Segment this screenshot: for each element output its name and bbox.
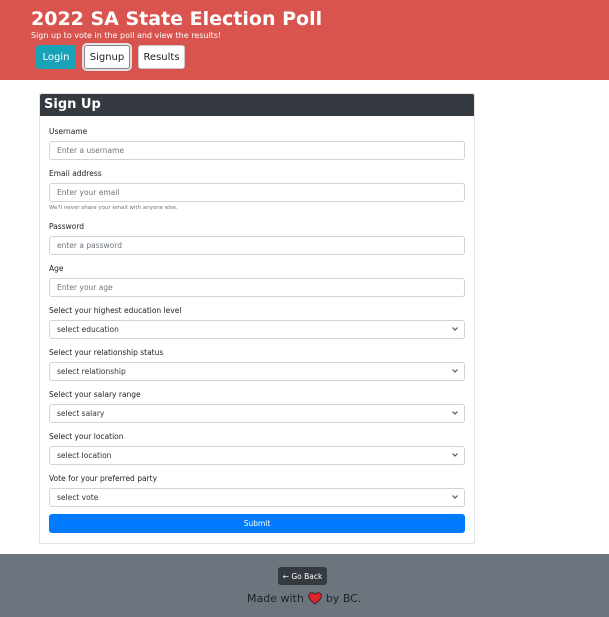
email-help-text: We'll never share your email with anyone…: [49, 205, 178, 211]
email-label: Email address: [49, 169, 102, 178]
location-select[interactable]: select location: [49, 446, 465, 465]
username-label: Username: [49, 127, 88, 136]
signup-button[interactable]: Signup: [84, 45, 130, 69]
password-placeholder: enter a password: [57, 241, 122, 250]
education-label: Select your highest education level: [49, 306, 182, 315]
password-label: Password: [49, 222, 85, 231]
age-input[interactable]: Enter your age: [49, 278, 465, 297]
go-back-button[interactable]: ← Go Back: [278, 567, 327, 585]
education-select[interactable]: select education: [49, 320, 465, 339]
by-author-text: by BC.: [325, 592, 362, 605]
password-input[interactable]: enter a password: [49, 236, 465, 255]
results-button[interactable]: Results: [138, 45, 185, 69]
vote-select[interactable]: select vote: [49, 488, 465, 507]
site-subtitle: Sign up to vote in the poll and view the…: [31, 31, 222, 40]
submit-button[interactable]: Submit: [49, 514, 465, 533]
chevron-down-icon: [452, 453, 458, 457]
chevron-down-icon: [452, 411, 458, 415]
card-title: Sign Up: [44, 97, 101, 112]
salary-selected: select salary: [57, 409, 105, 418]
chevron-down-icon: [452, 327, 458, 331]
site-footer: [0, 554, 609, 617]
site-header: 2022 SA State Election Poll Sign up to v…: [0, 0, 609, 80]
relationship-label: Select your relationship status: [49, 348, 164, 357]
relationship-selected: select relationship: [57, 367, 126, 376]
age-label: Age: [49, 264, 64, 273]
footer-credit: Made with by BC.: [247, 592, 361, 605]
username-input[interactable]: Enter a username: [49, 141, 465, 160]
login-button[interactable]: Login: [36, 45, 76, 69]
location-selected: select location: [57, 451, 112, 460]
education-selected: select education: [57, 325, 119, 334]
vote-selected: select vote: [57, 493, 99, 502]
chevron-down-icon: [452, 495, 458, 499]
location-label: Select your location: [49, 432, 124, 441]
username-placeholder: Enter a username: [57, 146, 124, 155]
email-input[interactable]: Enter your email: [49, 183, 465, 202]
card-header: Sign Up: [40, 94, 474, 116]
salary-label: Select your salary range: [49, 390, 141, 399]
made-with-text: Made with: [247, 592, 304, 605]
salary-select[interactable]: select salary: [49, 404, 465, 423]
relationship-select[interactable]: select relationship: [49, 362, 465, 381]
email-placeholder: Enter your email: [57, 188, 120, 197]
chevron-down-icon: [452, 369, 458, 373]
site-title: 2022 SA State Election Poll: [31, 8, 323, 30]
age-placeholder: Enter your age: [57, 283, 113, 292]
vote-label: Vote for your preferred party: [49, 474, 158, 483]
heart-icon: [308, 592, 322, 605]
